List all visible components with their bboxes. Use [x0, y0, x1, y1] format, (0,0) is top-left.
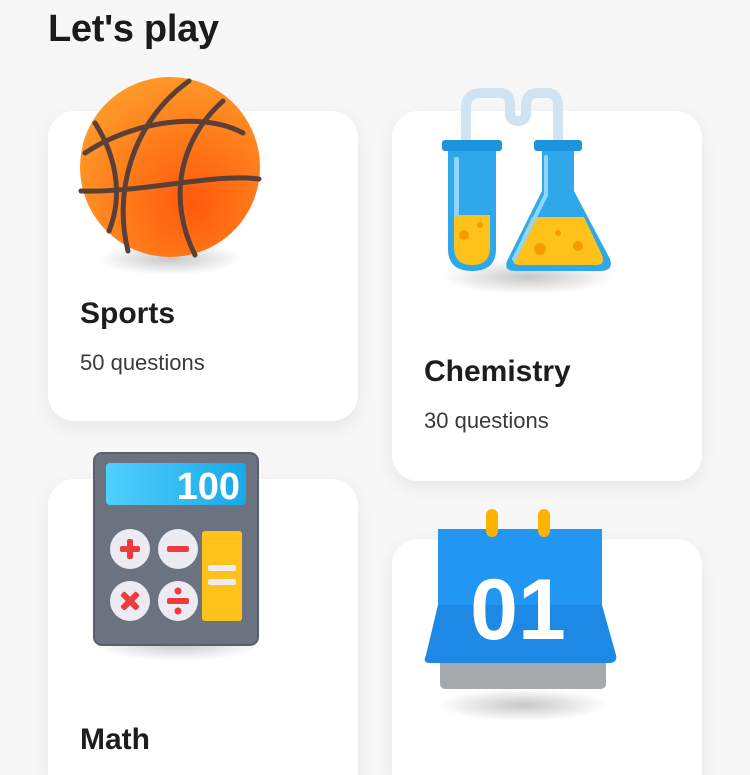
category-card-chemistry[interactable]: Chemistry 30 questions [392, 88, 702, 481]
category-card-calendar[interactable]: 01 [392, 509, 702, 775]
basketball-icon [78, 77, 262, 275]
calculator-icon: 100 [93, 452, 262, 661]
page-title: Let's play [48, 8, 219, 50]
question-count: 50 questions [80, 350, 205, 375]
category-name: Math [80, 723, 150, 756]
question-count: 30 questions [424, 408, 549, 433]
category-card-sports[interactable]: Sports 50 questions [48, 77, 358, 421]
category-card-math[interactable]: 100 Math [48, 452, 358, 775]
calculator-display: 100 [177, 466, 240, 508]
category-name: Sports [80, 297, 176, 330]
calendar-icon: 01 [424, 509, 617, 721]
calendar-date: 01 [470, 562, 566, 658]
category-name: Chemistry [424, 355, 571, 388]
lab-flasks-icon [440, 88, 616, 294]
